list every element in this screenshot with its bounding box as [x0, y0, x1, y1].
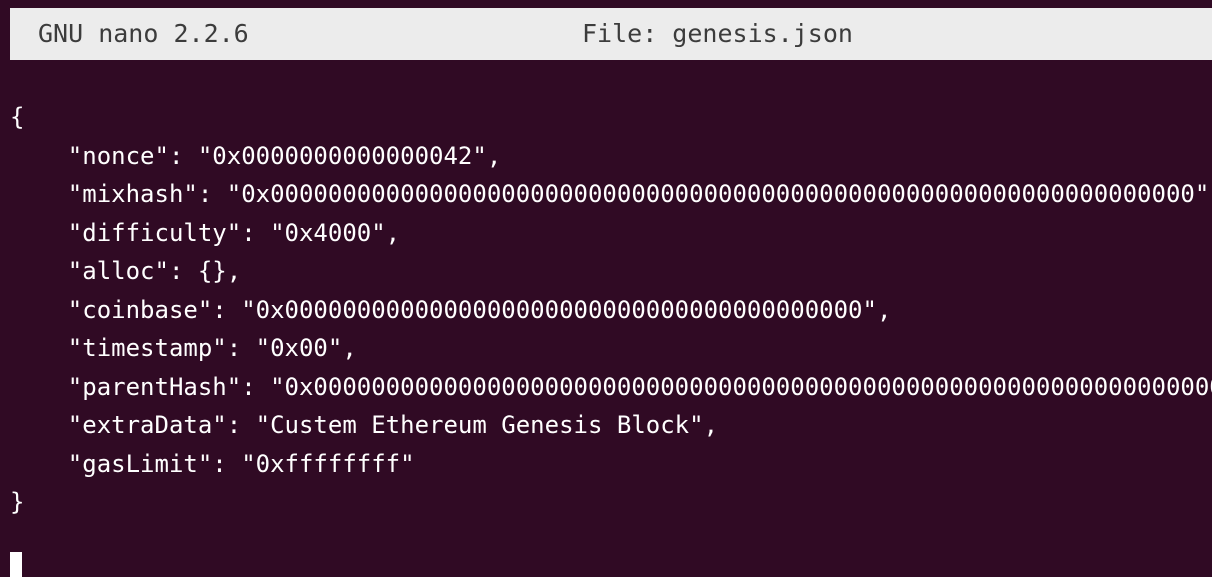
editor-text-area[interactable]: { "nonce": "0x0000000000000042", "mixhas…: [10, 100, 1212, 577]
file-name-label: File: genesis.json: [582, 19, 853, 48]
editor-line: "nonce": "0x0000000000000042",: [10, 142, 502, 170]
editor-line: "coinbase": "0x0000000000000000000000000…: [10, 296, 892, 324]
editor-line: {: [10, 103, 25, 131]
text-cursor: [10, 552, 22, 577]
app-version-label: GNU nano 2.2.6: [38, 19, 249, 48]
window-left-border: [0, 8, 10, 577]
editor-line: "timestamp": "0x00",: [10, 334, 357, 362]
window-top-edge: [0, 0, 1212, 8]
editor-line: "difficulty": "0x4000",: [10, 219, 401, 247]
editor-line: "extraData": "Custem Ethereum Genesis Bl…: [10, 411, 719, 439]
editor-line: }: [10, 488, 25, 516]
editor-line: "parentHash": "0x00000000000000000000000…: [10, 373, 1212, 401]
editor-line: "mixhash": "0x00000000000000000000000000…: [10, 180, 1212, 208]
nano-title-bar: GNU nano 2.2.6 File: genesis.json: [10, 8, 1212, 60]
editor-line: "alloc": {},: [10, 257, 242, 285]
editor-line: "gasLimit": "0xffffffff": [10, 450, 415, 478]
terminal-window: GNU nano 2.2.6 File: genesis.json { "non…: [0, 0, 1212, 577]
